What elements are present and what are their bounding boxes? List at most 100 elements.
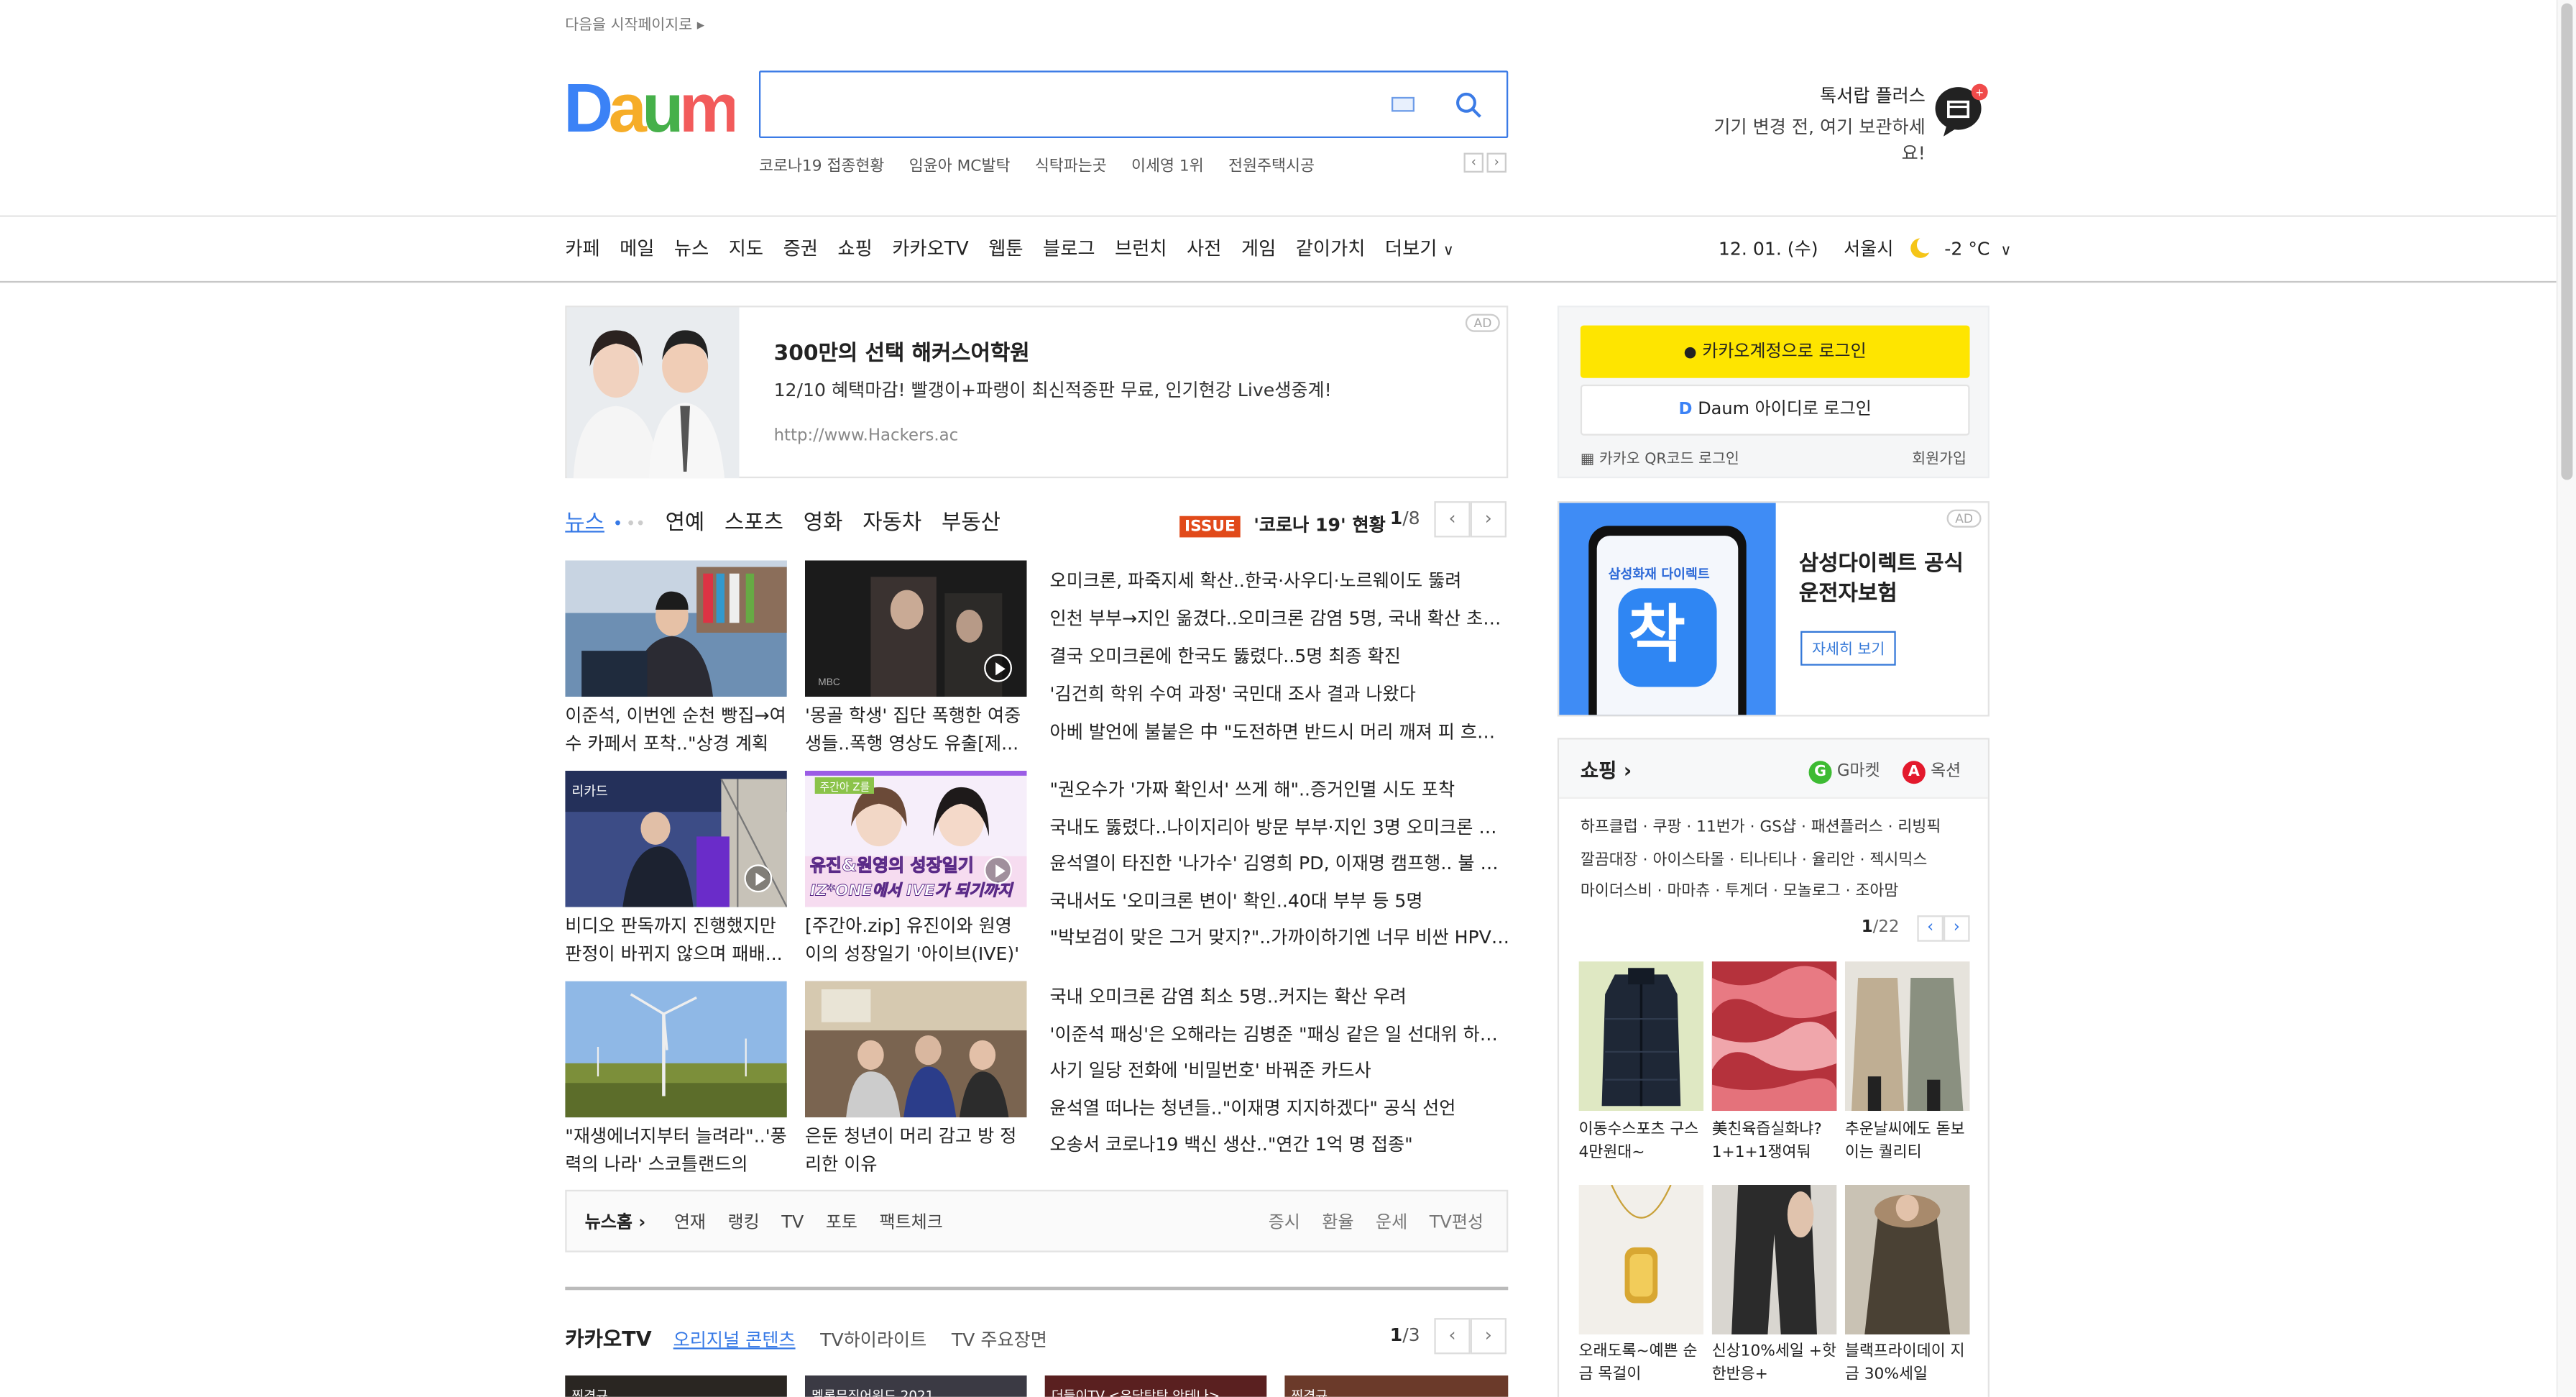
kakaotv-thumb-4[interactable]: 찐경규 [1284, 1375, 1509, 1397]
headline-item[interactable]: 오송서 코로나19 백신 생산.."연간 1억 명 접종" [1050, 1131, 1510, 1168]
keyword-4[interactable]: 이세영 1위 [1131, 157, 1204, 175]
news-thumb-6[interactable] [804, 981, 1027, 1118]
shopping-prev-button[interactable]: ‹ [1917, 915, 1944, 942]
gnb-kakaotv[interactable]: 카카오TV [892, 237, 969, 260]
search-icon[interactable] [1455, 92, 1482, 119]
news-thumb-2[interactable]: MBC [804, 560, 1027, 697]
headline-item[interactable]: 윤석열이 타진한 '나가수' 김영희 PD, 이재명 캠프행.. 불 뿜는... [1050, 850, 1510, 887]
news-home-link[interactable]: 뉴스홈 › [585, 1213, 645, 1232]
keyword-next-button[interactable]: › [1486, 152, 1506, 173]
kakao-login-button[interactable]: ● 카카오계정으로 로그인 [1580, 325, 1970, 378]
gnb-dictionary[interactable]: 사전 [1187, 237, 1221, 260]
product-image-3[interactable] [1844, 961, 1970, 1112]
issue-banner[interactable]: ISSUE '코로나 19' 현황 [1179, 506, 1386, 538]
scrollbar-thumb[interactable] [2561, 3, 2573, 480]
daum-logo[interactable]: Daum [564, 70, 742, 147]
product-image-5[interactable] [1711, 1184, 1837, 1334]
keyword-2[interactable]: 임윤아 MC발탁 [909, 157, 1011, 175]
gnb-mail[interactable]: 메일 [620, 237, 654, 260]
fortune-link[interactable]: 운세 [1376, 1213, 1407, 1232]
gnb-more[interactable]: 더보기 ∨ [1385, 237, 1454, 260]
headline-item[interactable]: 인천 부부→지인 옮겼다..오미크론 감염 5명, 국내 확산 초비상 [1050, 605, 1510, 643]
set-home-link[interactable]: 다음을 시작페이지로 ▸ [565, 13, 704, 35]
gnb-blog[interactable]: 블로그 [1043, 237, 1095, 260]
search-input[interactable] [773, 87, 1366, 124]
shop-keyword[interactable]: 젝시믹스 [1869, 851, 1927, 869]
kakaotv-tab-highlight[interactable]: TV하이라이트 [820, 1329, 926, 1351]
headline-item[interactable]: '김건희 학위 수여 과정' 국민대 조사 결과 나왔다 [1050, 680, 1510, 718]
gnb-brunch[interactable]: 브런치 [1115, 237, 1167, 260]
product-caption-2[interactable]: 美친육즙실화냐? 1+1+1쟁여둬 [1712, 1119, 1837, 1169]
news-tv-link[interactable]: TV [781, 1213, 804, 1232]
news-photo-link[interactable]: 포토 [826, 1213, 857, 1232]
shop-keyword[interactable]: 아이스타몰 [1652, 851, 1724, 869]
shop-keyword[interactable]: 쿠팡 [1652, 818, 1681, 836]
news-prev-button[interactable]: ‹ [1434, 501, 1471, 538]
stock-link[interactable]: 증시 [1269, 1213, 1300, 1232]
ad2-title[interactable]: 삼성다이렉트 공식 운전자보험 [1799, 551, 1979, 610]
news-thumb-caption-5[interactable]: "재생에너지부터 늘려라"..'풍력의 나라' 스코틀랜드의 자... [565, 1122, 787, 1178]
kakaotv-title[interactable]: 카카오TV [565, 1327, 651, 1351]
shop-keyword[interactable]: 조아맘 [1855, 882, 1898, 900]
tv-schedule-link[interactable]: TV편성 [1430, 1213, 1484, 1232]
keyword-prev-button[interactable]: ‹ [1463, 152, 1484, 173]
search-box[interactable] [758, 70, 1509, 138]
gnb-game[interactable]: 게임 [1241, 237, 1276, 260]
kakaotv-tab-original[interactable]: 오리지널 콘텐츠 [673, 1329, 796, 1351]
keyword-3[interactable]: 식탁파는곳 [1035, 157, 1107, 175]
headline-item[interactable]: 아베 발언에 불붙은 中 "도전하면 반드시 머리 깨져 피 흐를 것" [1050, 718, 1510, 756]
shop-keyword[interactable]: GS샵 [1760, 818, 1796, 836]
gnb-stock[interactable]: 증권 [783, 237, 818, 260]
news-next-button[interactable]: › [1470, 501, 1506, 538]
shop-keyword[interactable]: 하프클럽 [1581, 818, 1638, 836]
samsung-ad[interactable]: 삼성화재 다이렉트 착 삼성다이렉트 공식 운전자보험 자세히 보기 AD [1557, 501, 1990, 717]
headline-item[interactable]: "박보검이 맞은 그거 맞지?"..가까이하기엔 너무 비싼 HPV백신 [1050, 924, 1510, 961]
gmarket-link[interactable]: G G마켓 [1808, 756, 1880, 784]
shop-keyword[interactable]: 리빙픽 [1898, 818, 1941, 836]
shop-keyword[interactable]: 깔끔대장 [1581, 851, 1638, 869]
product-caption-3[interactable]: 추운날씨에도 돋보이는 퀄리티 [1845, 1119, 1970, 1169]
keyword-1[interactable]: 코로나19 접종현황 [759, 157, 884, 175]
qr-login-link[interactable]: ▦ 카카오 QR코드 로그인 [1581, 447, 1739, 469]
join-link[interactable]: 회원가입 [1912, 447, 1966, 469]
gnb-shopping[interactable]: 쇼핑 [837, 237, 872, 260]
tab-sports[interactable]: 스포츠 [724, 511, 783, 536]
keyboard-icon[interactable] [1391, 96, 1414, 112]
shop-keyword[interactable]: 모놀로그 [1783, 882, 1841, 900]
product-image-1[interactable] [1578, 961, 1704, 1112]
product-image-6[interactable] [1844, 1184, 1970, 1334]
kakaotv-thumb-1[interactable]: 찐경규 [565, 1375, 787, 1397]
headline-item[interactable]: "권오수가 '가짜 확인서' 쓰게 해"..증거인멸 시도 포착 [1050, 776, 1510, 812]
daum-login-button[interactable]: D Daum 아이디로 로그인 [1580, 384, 1970, 436]
chevron-down-icon[interactable]: ∨ [2000, 243, 2011, 260]
talk-drawer-icon[interactable]: + [1933, 82, 1990, 138]
product-caption-4[interactable]: 오래도록~예쁜 순금 목걸이 [1579, 1341, 1704, 1391]
shop-keyword[interactable]: 패션플러스 [1811, 818, 1883, 836]
shopping-title[interactable]: 쇼핑 › [1581, 756, 1632, 784]
gnb-cafe[interactable]: 카페 [565, 237, 599, 260]
ad-url[interactable]: http://www.Hackers.ac [774, 427, 959, 445]
headline-item[interactable]: 국내도 뚫렸다..나이지리아 방문 부부·지인 3명 오미크론 최... [1050, 812, 1510, 849]
news-thumb-1[interactable] [565, 560, 787, 697]
product-caption-5[interactable]: 신상10%세일 +핫한반응+ [1712, 1341, 1837, 1391]
keyword-5[interactable]: 전원주택시공 [1228, 157, 1315, 175]
news-thumb-caption-1[interactable]: 이준석, 이번엔 순천 빵집→여수 카페서 포착.."상경 계획 ... [565, 702, 787, 758]
gnb-map[interactable]: 지도 [729, 237, 763, 260]
news-thumb-caption-6[interactable]: 은둔 청년이 머리 감고 방 정리한 이유 [805, 1122, 1027, 1178]
shop-keyword[interactable]: 투게더 [1725, 882, 1768, 900]
headline-item[interactable]: 결국 오미크론에 한국도 뚫렸다..5명 최종 확진 [1050, 643, 1510, 681]
ad2-detail-button[interactable]: 자세히 보기 [1800, 631, 1897, 666]
news-thumb-4[interactable]: 주간아 Z를 유진&원영의 성장일기 IZ*ONE에서 IVE가 되기까지 [804, 770, 1027, 907]
scrollbar-track[interactable] [2556, 0, 2576, 1397]
product-caption-1[interactable]: 이동수스포츠 구스 4만원대~ [1579, 1119, 1704, 1169]
news-factcheck-link[interactable]: 팩트체크 [879, 1213, 942, 1232]
product-image-2[interactable] [1711, 961, 1837, 1112]
headline-item[interactable]: '이준석 패싱'은 오해라는 김병준 "패싱 같은 일 선대위 하면 ... [1050, 1020, 1510, 1056]
headline-item[interactable]: 국내 오미크론 감염 최소 5명..커지는 확산 우려 [1050, 983, 1510, 1020]
shop-keyword[interactable]: 마이더스비 [1581, 882, 1652, 900]
headline-item[interactable]: 국내서도 '오미크론 변이' 확인..40대 부부 등 5명 [1050, 887, 1510, 923]
kakaotv-thumb-2[interactable]: 멜론뮤직어워드 2021 [804, 1375, 1027, 1397]
talk-drawer-promo[interactable]: 톡서랍 플러스 기기 변경 전, 여기 보관하세요! [1692, 82, 1925, 166]
headline-item[interactable]: 사기 일당 전화에 '비밀번호' 바꿔준 카드사 [1050, 1057, 1510, 1094]
tab-entertainment[interactable]: 연예 [666, 511, 705, 536]
